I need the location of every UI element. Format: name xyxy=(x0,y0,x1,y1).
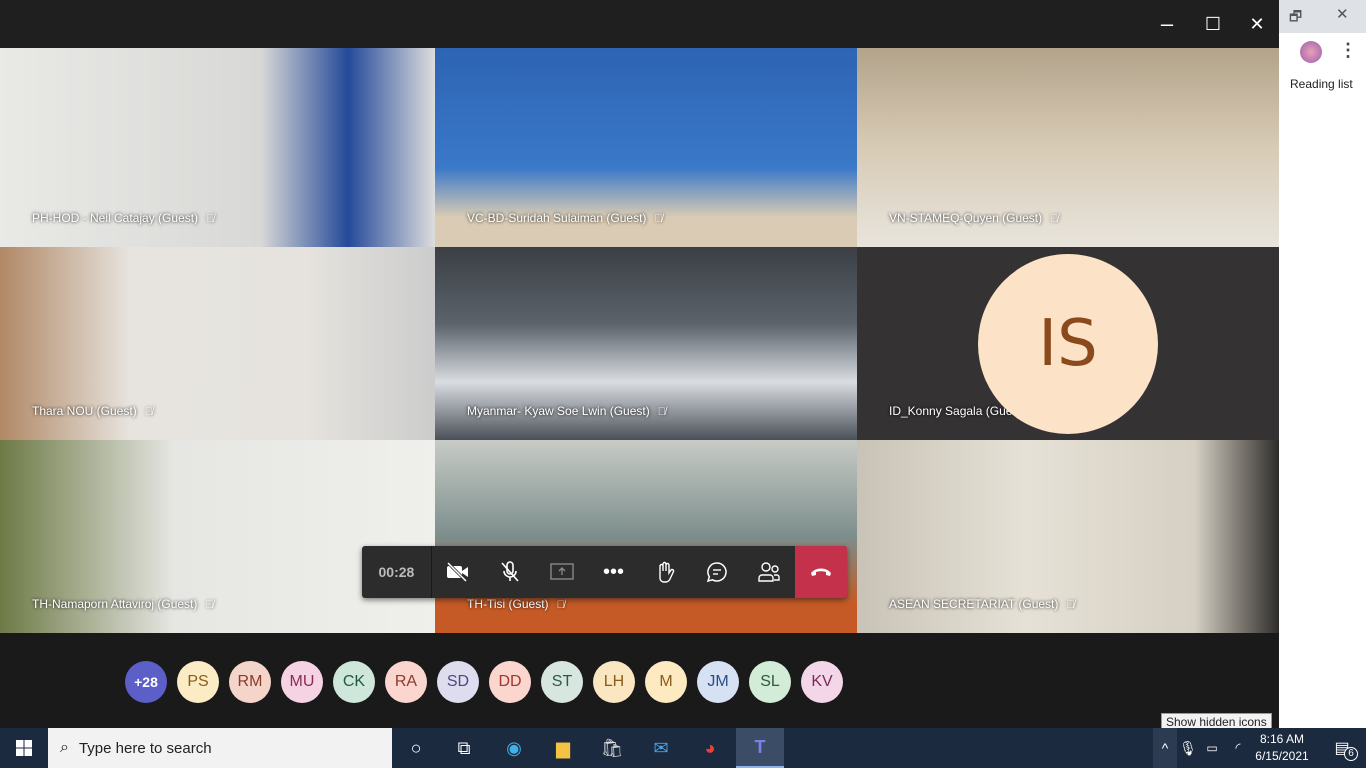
show-hidden-icons-button[interactable]: ^ xyxy=(1153,728,1177,768)
edge-icon[interactable]: ◉ xyxy=(490,728,538,768)
search-placeholder: Type here to search xyxy=(78,739,212,757)
hang-up-button[interactable] xyxy=(795,546,847,598)
participant-name-text: VC-BD-Suridah Sulaiman (Guest) xyxy=(467,211,647,225)
video-tile[interactable]: TH-Tisi (Guest) 🎙̸ xyxy=(435,440,857,633)
participant-avatar[interactable]: RA xyxy=(385,661,427,703)
wifi-icon[interactable]: ◜ xyxy=(1226,728,1250,768)
chrome-icon[interactable]: ◕ xyxy=(686,728,734,768)
mic-muted-icon: 🎙̸ xyxy=(144,406,153,418)
mic-muted-icon: 🎙̸ xyxy=(1050,213,1059,225)
participant-avatar[interactable]: SL xyxy=(749,661,791,703)
reading-list-button[interactable]: Reading list xyxy=(1290,77,1353,91)
participant-name-text: TH-Namaporn Attaviroj (Guest) xyxy=(32,597,198,611)
participant-avatar[interactable]: DD xyxy=(489,661,531,703)
participant-name-text: Myanmar- Kyaw Soe Lwin (Guest) xyxy=(467,404,650,418)
participant-avatar[interactable]: ST xyxy=(541,661,583,703)
participant-name-text: VN-STAMEQ-Quyen (Guest) xyxy=(889,211,1043,225)
mic-muted-icon: 🎙̸ xyxy=(205,599,214,611)
taskbar-search-input[interactable]: ⌕ Type here to search xyxy=(48,728,392,768)
taskbar: ⌕ Type here to search ○ ⧉ ◉ ▆ 🛍 ✉ ◕ T ^ … xyxy=(0,728,1366,768)
video-tile[interactable]: Myanmar- Kyaw Soe Lwin (Guest) 🎙̸ xyxy=(435,247,857,440)
video-tile[interactable]: VC-BD-Suridah Sulaiman (Guest) 🎙̸ xyxy=(435,48,857,247)
chat-icon[interactable] xyxy=(691,546,743,598)
camera-off-icon[interactable] xyxy=(432,546,484,598)
video-tile[interactable]: TH-Namaporn Attaviroj (Guest) 🎙̸ xyxy=(0,440,435,633)
participant-name: PH-HOD - Neil Catajay (Guest) 🎙̸ xyxy=(32,211,214,225)
minimize-button[interactable]: – xyxy=(1147,8,1187,40)
more-options-icon[interactable]: ••• xyxy=(588,546,640,598)
participant-avatar[interactable]: LH xyxy=(593,661,635,703)
close-button[interactable]: ✕ xyxy=(1237,8,1277,40)
restore-icon[interactable]: 🗗 xyxy=(1289,6,1302,30)
call-timer: 00:28 xyxy=(362,546,432,598)
browser-side-panel: 🗗 ✕ ⋮ Reading list xyxy=(1279,0,1366,728)
participant-name: Myanmar- Kyaw Soe Lwin (Guest) 🎙̸ xyxy=(467,404,666,418)
video-tile[interactable]: PH-HOD - Neil Catajay (Guest) 🎙̸ xyxy=(0,48,435,247)
microphone-icon[interactable]: 🎙 xyxy=(1177,728,1199,768)
participant-avatar[interactable]: JM xyxy=(697,661,739,703)
participant-name-text: Thara NOU (Guest) xyxy=(32,404,137,418)
participant-avatar[interactable]: PS xyxy=(177,661,219,703)
file-explorer-icon[interactable]: ▆ xyxy=(539,728,587,768)
close-icon[interactable]: ✕ xyxy=(1336,5,1349,23)
participant-avatar[interactable]: MU xyxy=(281,661,323,703)
participant-avatar[interactable]: M xyxy=(645,661,687,703)
participant-avatar[interactable]: KV xyxy=(801,661,843,703)
participant-name: ASEAN SECRETARIAT (Guest) 🎙̸ xyxy=(889,597,1075,611)
participants-icon[interactable] xyxy=(743,546,795,598)
mic-muted-icon: 🎙̸ xyxy=(654,213,663,225)
participant-name: Thara NOU (Guest) 🎙̸ xyxy=(32,404,153,418)
notification-count: 6 xyxy=(1344,747,1358,761)
participant-name-text: ASEAN SECRETARIAT (Guest) xyxy=(889,597,1059,611)
participant-avatar[interactable]: +28 xyxy=(125,661,167,703)
windows-start-icon[interactable] xyxy=(0,728,48,768)
participant-avatar[interactable]: CK xyxy=(333,661,375,703)
title-bar: – ☐ ✕ xyxy=(0,0,1279,48)
search-icon: ⌕ xyxy=(60,739,69,756)
store-icon[interactable]: 🛍 xyxy=(588,728,636,768)
participant-name: VC-BD-Suridah Sulaiman (Guest) 🎙̸ xyxy=(467,211,663,225)
cortana-icon[interactable]: ○ xyxy=(392,728,440,768)
notifications-icon[interactable]: ▤ 6 xyxy=(1318,728,1366,768)
mic-muted-icon: 🎙̸ xyxy=(556,599,565,611)
mail-icon[interactable]: ✉ xyxy=(637,728,685,768)
participant-name-text: PH-HOD - Neil Catajay (Guest) xyxy=(32,211,199,225)
participant-name: TH-Tisi (Guest) 🎙̸ xyxy=(467,597,565,611)
battery-icon[interactable]: ▭ xyxy=(1200,728,1224,768)
teams-icon[interactable]: T xyxy=(736,728,784,768)
mic-muted-icon: 🎙̸ xyxy=(1066,599,1075,611)
clock[interactable]: 8:16 AM 6/15/2021 xyxy=(1250,731,1314,765)
date: 6/15/2021 xyxy=(1255,749,1309,763)
time: 8:16 AM xyxy=(1259,732,1305,746)
participant-avatar[interactable]: RM xyxy=(229,661,271,703)
maximize-button[interactable]: ☐ xyxy=(1193,8,1233,40)
browser-menu-icon[interactable]: ⋮ xyxy=(1339,40,1357,61)
mic-off-icon[interactable] xyxy=(484,546,536,598)
call-controls: 00:28 ••• xyxy=(362,546,847,598)
mic-muted-icon: 🎙̸ xyxy=(657,406,666,418)
profile-avatar[interactable] xyxy=(1300,41,1322,63)
participant-name: TH-Namaporn Attaviroj (Guest) 🎙̸ xyxy=(32,597,214,611)
video-tile[interactable]: ASEAN SECRETARIAT (Guest) 🎙̸ xyxy=(857,440,1279,633)
video-tile[interactable]: Thara NOU (Guest) 🎙̸ xyxy=(0,247,435,440)
participant-avatar-large: IS xyxy=(978,254,1158,434)
share-screen-icon[interactable] xyxy=(536,546,588,598)
video-tile[interactable]: VN-STAMEQ-Quyen (Guest) 🎙̸ xyxy=(857,48,1279,247)
task-view-icon[interactable]: ⧉ xyxy=(440,728,488,768)
participant-avatar[interactable]: SD xyxy=(437,661,479,703)
participant-name: VN-STAMEQ-Quyen (Guest) 🎙̸ xyxy=(889,211,1058,225)
mic-muted-icon: 🎙̸ xyxy=(206,213,215,225)
participant-name-text: TH-Tisi (Guest) xyxy=(467,597,549,611)
raise-hand-icon[interactable] xyxy=(639,546,691,598)
participant-roster: +28 PS RM MU CK RA SD DD ST LH M JM SL KV xyxy=(0,633,1279,728)
